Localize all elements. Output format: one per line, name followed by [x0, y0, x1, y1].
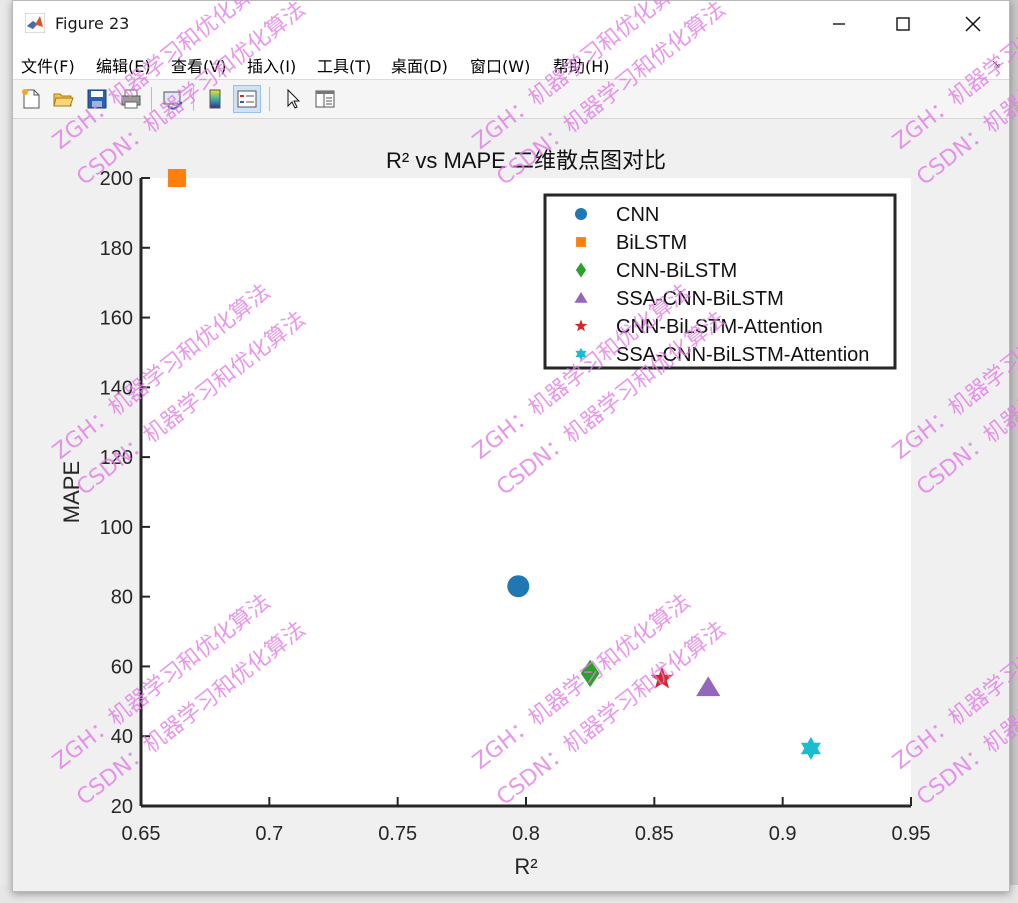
- legend: CNNBiLSTMCNN-BiLSTMSSA-CNN-BiLSTMCNN-BiL…: [543, 193, 897, 370]
- legend-label: SSA-CNN-BiLSTM: [616, 288, 784, 310]
- data-point-cnn: [507, 575, 530, 598]
- legend-marker: [576, 237, 586, 247]
- y-tick-label: 100: [100, 517, 133, 539]
- x-tick-label: 0.65: [122, 823, 161, 845]
- x-axis-label: R²: [514, 854, 537, 879]
- x-tick-label: 0.85: [635, 823, 674, 845]
- y-tick-label: 160: [100, 308, 133, 330]
- x-tick-label: 0.7: [255, 823, 283, 845]
- y-tick-label: 60: [111, 656, 133, 678]
- scatter-chart: 0.65 0.7 0.75 0.8 0.85 0.9 0.95204060801001201…: [48, 0, 1018, 879]
- y-tick-label: 20: [111, 796, 133, 818]
- x-tick-label: 0.8: [512, 823, 540, 845]
- legend-label: BiLSTM: [616, 232, 687, 254]
- legend-marker: [575, 208, 587, 220]
- x-tick-label: 0.75: [378, 823, 417, 845]
- legend-label: CNN: [616, 204, 659, 226]
- y-tick-label: 80: [111, 587, 133, 609]
- x-tick-label: 0.95: [892, 823, 931, 845]
- data-point-bilstm: [167, 168, 186, 188]
- x-tick-label: 0.9: [769, 823, 797, 845]
- legend-label: CNN-BiLSTM: [616, 260, 737, 282]
- y-tick-label: 180: [100, 238, 133, 260]
